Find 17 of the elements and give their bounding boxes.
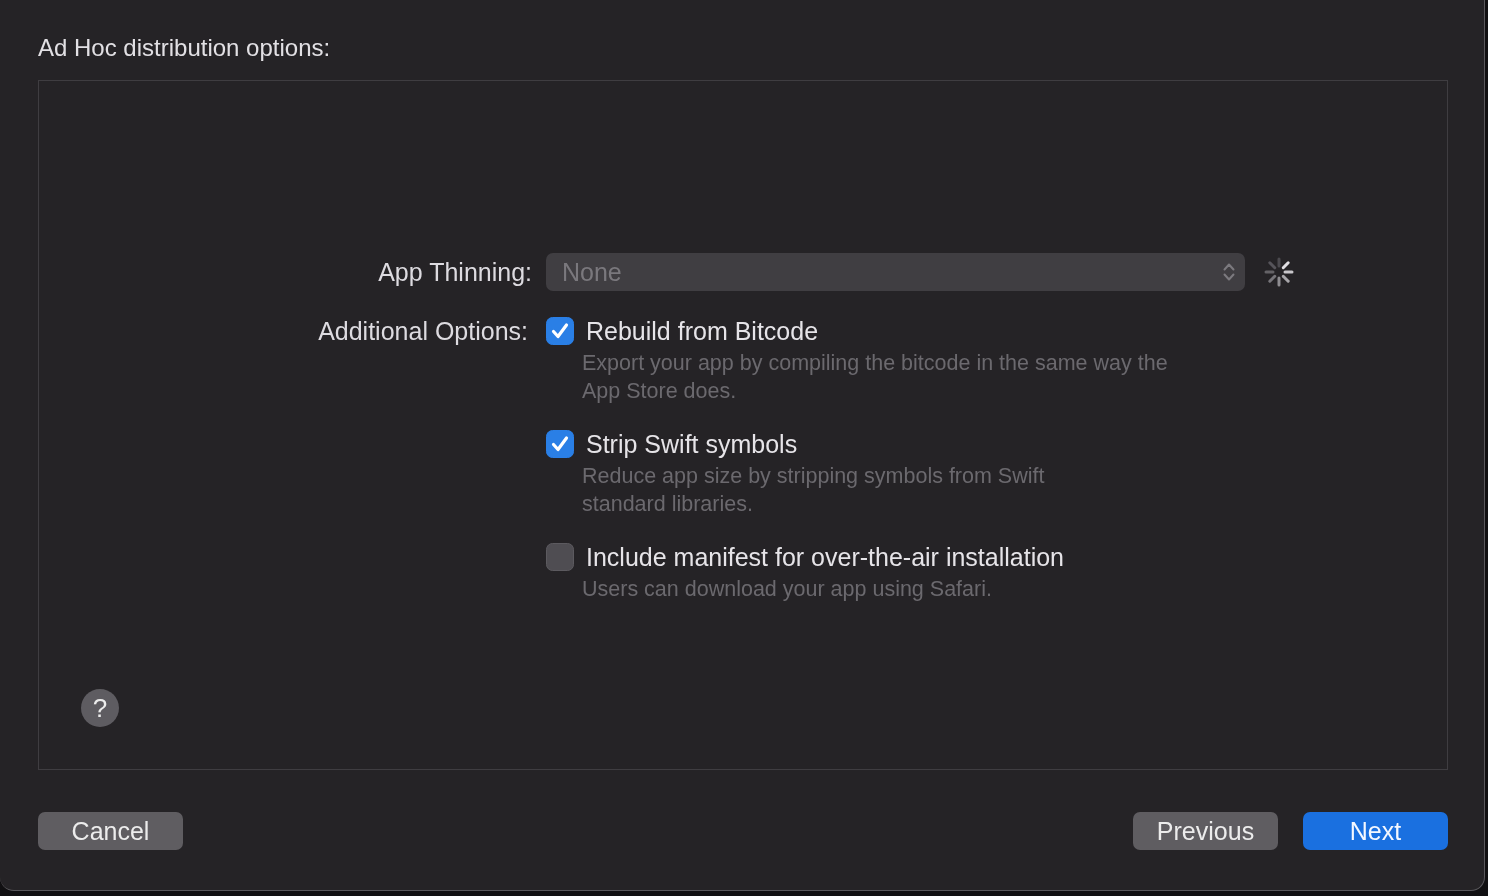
option-label[interactable]: Strip Swift symbols <box>586 430 798 458</box>
footer-button[interactable]: Previous <box>1133 812 1278 850</box>
checkbox[interactable] <box>546 430 574 458</box>
option-label[interactable]: Rebuild from Bitcode <box>586 317 819 345</box>
chevron-up-down-icon <box>1223 262 1235 282</box>
option-description: Export your app by compiling the bitcode in the same way the App Store does. <box>582 350 1168 405</box>
checkbox[interactable] <box>546 543 574 571</box>
footer-button[interactable]: Cancel <box>38 812 183 850</box>
help-button[interactable]: ? <box>81 689 119 727</box>
option-description: Reduce app size by stripping symbols from Swift standard libraries. <box>582 463 1045 518</box>
option-description: Users can download your app using Safari. <box>582 576 992 603</box>
field-label: Additional Options: <box>318 317 529 345</box>
dialog-title: Ad Hoc distribution options: <box>38 33 331 63</box>
checkbox[interactable] <box>546 317 574 345</box>
field-label: App Thinning: <box>378 257 532 287</box>
option-label[interactable]: Include manifest for over-the-air installation <box>586 543 1064 571</box>
footer-button[interactable]: Next <box>1303 812 1448 850</box>
